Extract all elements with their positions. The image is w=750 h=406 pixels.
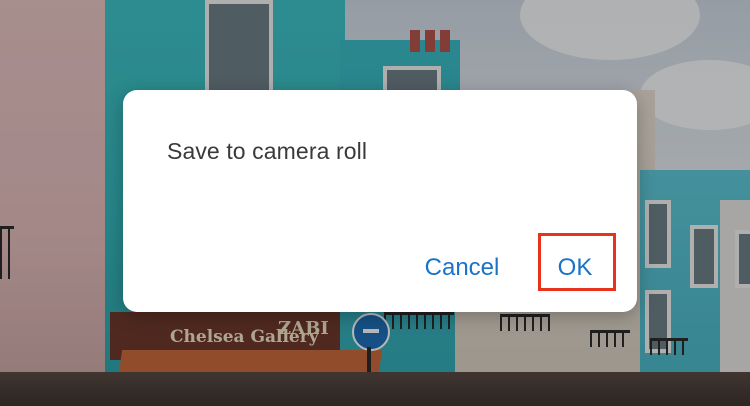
cancel-button[interactable]: Cancel — [420, 246, 504, 290]
save-dialog: Save to camera roll Cancel OK — [123, 90, 637, 312]
screen: Chelsea Gallery ZABI Save to camera roll… — [0, 0, 750, 406]
dialog-message: Save to camera roll — [167, 138, 368, 164]
ok-button[interactable]: OK — [553, 246, 597, 290]
